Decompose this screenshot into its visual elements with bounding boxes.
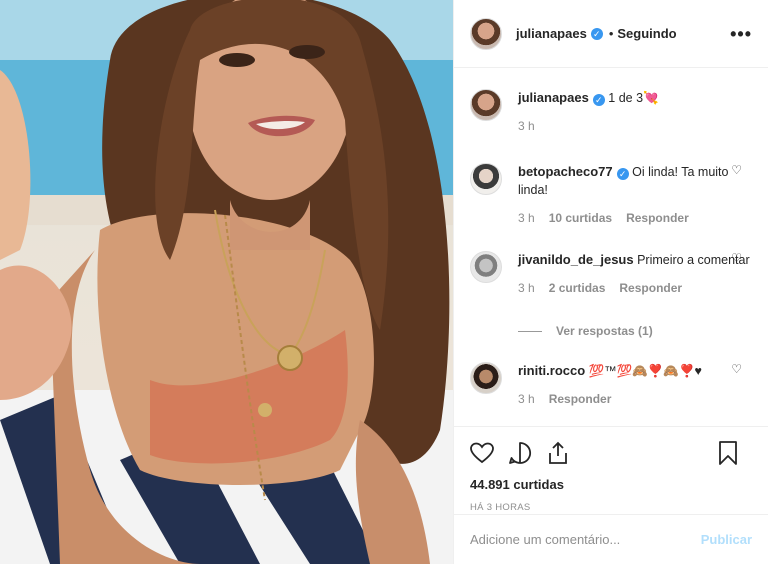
post-header: julianapaes ✓ • Seguindo ••• <box>454 0 768 68</box>
view-replies-label: Ver respostas (1) <box>556 324 653 338</box>
verified-badge-icon: ✓ <box>592 94 605 106</box>
replies-divider <box>518 330 542 332</box>
author-avatar[interactable] <box>470 17 502 50</box>
author-username[interactable]: julianapaes <box>516 26 587 41</box>
comment-username[interactable]: riniti.rocco <box>518 363 585 378</box>
more-options-icon[interactable]: ••• <box>730 25 752 43</box>
header-separator: • <box>608 26 614 41</box>
comment-item: riniti.rocco 💯™💯🙈❣️🙈❣️♥ 3 h Responder ♡ <box>470 350 752 408</box>
follow-status-button[interactable]: Seguindo <box>617 26 676 41</box>
post-photo[interactable] <box>0 0 453 564</box>
post-actions: 44.891 curtidas HÁ 3 HORAS <box>454 426 768 514</box>
comment-time: 3 h <box>518 392 535 406</box>
reply-button[interactable]: Responder <box>549 390 612 408</box>
comments-list: julianapaes ✓ 1 de 3💘 3 h betopacheco77 ✓ … <box>454 69 768 426</box>
caption: julianapaes ✓ 1 de 3💘 3 h <box>470 77 752 135</box>
comment-text: 💯™💯🙈❣️🙈❣️♥ <box>588 364 702 378</box>
comment-likes[interactable]: 10 curtidas <box>549 209 612 227</box>
avatar[interactable] <box>470 362 502 394</box>
caption-username[interactable]: julianapaes <box>518 90 589 105</box>
posted-ago: HÁ 3 HORAS <box>470 502 531 513</box>
heart-icon[interactable] <box>470 442 494 469</box>
comment-time: 3 h <box>518 211 535 225</box>
comment-item: betopacheco77 ✓ Oi linda! Ta muito linda!… <box>470 151 752 227</box>
avatar[interactable] <box>470 89 502 121</box>
post-side-panel: julianapaes ✓ • Seguindo ••• julianapaes… <box>453 0 768 564</box>
likes-count[interactable]: 44.891 curtidas <box>470 477 752 492</box>
comment-icon[interactable] <box>508 441 532 470</box>
publish-button[interactable]: Publicar <box>701 532 752 547</box>
view-replies-button[interactable]: Ver respostas (1) <box>518 324 653 338</box>
photo-illustration <box>0 0 453 564</box>
bookmark-icon[interactable] <box>718 440 738 470</box>
comment-input[interactable] <box>470 532 701 547</box>
comment-item: jivanildo_de_jesus Primeiro a comentar 3… <box>470 239 752 297</box>
comment-time: 3 h <box>518 281 535 295</box>
comment-username[interactable]: jivanildo_de_jesus <box>518 252 634 267</box>
caption-text: 1 de 3💘 <box>608 91 659 105</box>
comment-likes[interactable]: 2 curtidas <box>549 279 606 297</box>
share-icon[interactable] <box>546 441 570 470</box>
avatar[interactable] <box>470 163 502 195</box>
verified-badge-icon: ✓ <box>590 27 603 40</box>
reply-button[interactable]: Responder <box>626 209 689 227</box>
comment-like-heart-icon[interactable]: ♡ <box>731 362 742 376</box>
comment-username[interactable]: betopacheco77 <box>518 164 613 179</box>
caption-time: 3 h <box>518 119 535 133</box>
comment-like-heart-icon[interactable]: ♡ <box>731 163 742 177</box>
comment-like-heart-icon[interactable]: ♡ <box>731 251 742 265</box>
avatar[interactable] <box>470 251 502 283</box>
verified-badge-icon: ✓ <box>616 168 629 180</box>
reply-button[interactable]: Responder <box>619 279 682 297</box>
add-comment-bar: Publicar <box>454 514 768 564</box>
